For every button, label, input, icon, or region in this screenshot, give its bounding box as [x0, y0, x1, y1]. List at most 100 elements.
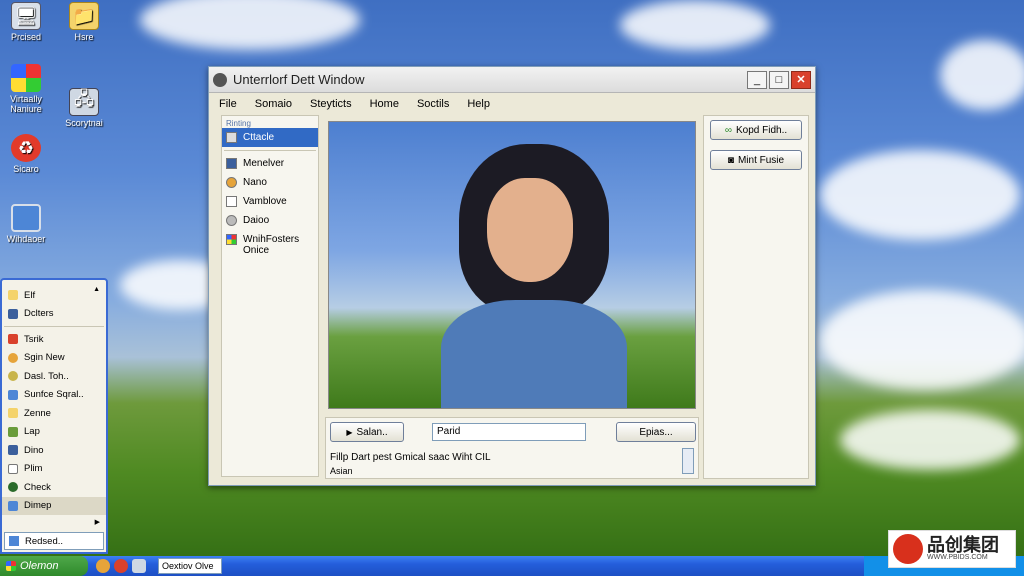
scrollbar[interactable]	[682, 448, 694, 474]
start-item-label: Sunfce Sqral..	[24, 389, 84, 401]
desktop-icon-wihdaoer[interactable]: Wihdaoer	[0, 204, 58, 244]
desktop-icon-prcised[interactable]: 🖥 Prcised	[0, 2, 58, 42]
input-field[interactable]: Parid	[432, 423, 586, 441]
start-item-label: Dimep	[24, 500, 52, 512]
kopd-fidh-label: Kopd Fidh..	[735, 124, 788, 136]
settings-icon	[8, 389, 18, 400]
start-item[interactable]: Plim	[2, 460, 106, 479]
status-line-1: Fillp Dart pest Gmical saac Wiht CIL	[330, 452, 491, 463]
window-titlebar[interactable]: Unterrlorf Dett Window _ □ ✕	[209, 67, 815, 93]
start-label: Olemon	[20, 560, 59, 572]
start-item[interactable]: Dino	[2, 441, 106, 460]
menu-help[interactable]: Help	[467, 98, 490, 110]
cloud	[940, 40, 1024, 110]
start-bottom-label: Redsed..	[25, 535, 64, 547]
start-item-label: Sgin New	[24, 352, 65, 364]
desktop-icon-label: Sicaro	[13, 164, 39, 174]
menu-somaio[interactable]: Somaio	[255, 98, 292, 110]
start-item-label: Check	[24, 481, 51, 493]
scroll-up-icon[interactable]: ▲	[93, 286, 100, 293]
start-item[interactable]: Check	[2, 478, 106, 497]
menu-bar: File Somaio Steyticts Home Soctils Help	[209, 93, 815, 115]
left-item-menelver[interactable]: Menelver	[222, 154, 318, 173]
window-title: Unterrlorf Dett Window	[233, 72, 365, 87]
watermark-url: WWW.PBIDS.COM	[927, 554, 988, 561]
left-item-cttacle[interactable]: Cttacle	[222, 128, 318, 147]
tools-icon	[8, 426, 18, 437]
disk-icon	[226, 215, 237, 226]
cloud	[820, 150, 1020, 240]
app-icon	[8, 445, 18, 456]
doc-icon	[226, 132, 237, 143]
left-item-label: Menelver	[243, 158, 285, 169]
left-item-nano[interactable]: Nano	[222, 173, 318, 192]
left-item-label: Vamblove	[243, 196, 287, 207]
bottom-controls: ▶ Salan.. Parid Epias... Fillp Dart pest…	[325, 417, 699, 479]
cloud	[620, 0, 770, 50]
desktop-icon-label: Virtaally Naniure	[10, 94, 42, 114]
link-icon: ∞	[724, 124, 732, 136]
task-icon	[8, 334, 18, 345]
start-item-label: Dino	[24, 444, 44, 456]
recycle-icon: ♻	[11, 134, 41, 162]
computer-icon: 🖥	[11, 2, 41, 30]
mint-fusie-button[interactable]: ◙ Mint Fusie	[710, 150, 802, 170]
photo-preview	[328, 121, 696, 409]
start-item[interactable]: Dclters	[2, 305, 106, 324]
left-item-label: Daioo	[243, 215, 270, 226]
desktop-icon-virtaally[interactable]: Virtaally Naniure	[0, 64, 58, 114]
start-button[interactable]: Olemon	[0, 556, 88, 576]
left-panel-header: Rinting	[226, 119, 251, 128]
start-item[interactable]: Lap	[2, 423, 106, 442]
network-icon: 🖧	[69, 88, 99, 116]
page-icon	[8, 463, 18, 474]
kopd-fidh-button[interactable]: ∞ Kopd Fidh..	[710, 120, 802, 140]
left-item-vamblove[interactable]: Vamblove	[222, 192, 318, 211]
maximize-button[interactable]: □	[769, 70, 789, 89]
start-item[interactable]: Zenne	[2, 404, 106, 423]
start-item[interactable]: Sgin New	[2, 349, 106, 368]
watermark: 品创集团 WWW.PBIDS.COM	[888, 530, 1016, 568]
start-item[interactable]: Elf	[2, 286, 106, 305]
clock-icon	[8, 371, 18, 382]
start-item-label: Plim	[24, 463, 43, 475]
desktop-icon-label: Scorytnai	[65, 118, 103, 128]
submenu-arrow-icon[interactable]: ▶	[95, 518, 100, 526]
close-button[interactable]: ✕	[791, 70, 811, 89]
desktop-icon-sicaro[interactable]: ♻ Sicaro	[0, 134, 58, 174]
menu-steyticts[interactable]: Steyticts	[310, 98, 352, 110]
divider	[4, 326, 104, 327]
left-item-label: WnihFosters Onice	[243, 234, 300, 256]
taskbar-item[interactable]: Oextiov Olve	[158, 558, 222, 574]
edit-icon	[226, 196, 237, 207]
portrait-shirt	[441, 300, 627, 408]
start-item[interactable]: Sunfce Sqral..	[2, 386, 106, 405]
desktop-icon[interactable]	[132, 559, 146, 573]
globe-icon	[226, 177, 237, 188]
desktop-icon-label: Wihdaoer	[6, 234, 46, 244]
desktop-icon-label: Prcised	[10, 32, 41, 42]
taskbar: Olemon Oextiov Olve	[0, 556, 1024, 576]
left-item-label: Nano	[243, 177, 267, 188]
start-bottom-item[interactable]: Redsed..	[4, 532, 104, 550]
status-line-2: Asian	[330, 466, 353, 476]
left-item-label: Cttacle	[243, 132, 275, 143]
start-item[interactable]: Tsrik	[2, 330, 106, 349]
monitor-icon	[11, 204, 41, 232]
menu-soctils[interactable]: Soctils	[417, 98, 449, 110]
epias-button[interactable]: Epias...	[616, 422, 696, 442]
media-icon[interactable]	[114, 559, 128, 573]
start-item[interactable]: Dimep	[2, 496, 106, 515]
salan-button[interactable]: ▶ Salan..	[330, 422, 404, 442]
menu-home[interactable]: Home	[370, 98, 399, 110]
start-item-label: Lap	[24, 426, 40, 438]
menu-file[interactable]: File	[219, 98, 237, 110]
browser-icon[interactable]	[96, 559, 110, 573]
right-panel: ∞ Kopd Fidh.. ◙ Mint Fusie	[703, 115, 809, 479]
minimize-button[interactable]: _	[747, 70, 767, 89]
desktop-icon-scorytnai[interactable]: 🖧 Scorytnai	[52, 88, 116, 128]
desktop-icon-hsre[interactable]: 📁 Hsre	[52, 2, 116, 42]
start-item[interactable]: Dasl. Toh..	[2, 367, 106, 386]
left-item-daioo[interactable]: Daioo	[222, 211, 318, 230]
left-item-wnihfosters[interactable]: WnihFosters Onice	[222, 230, 318, 260]
